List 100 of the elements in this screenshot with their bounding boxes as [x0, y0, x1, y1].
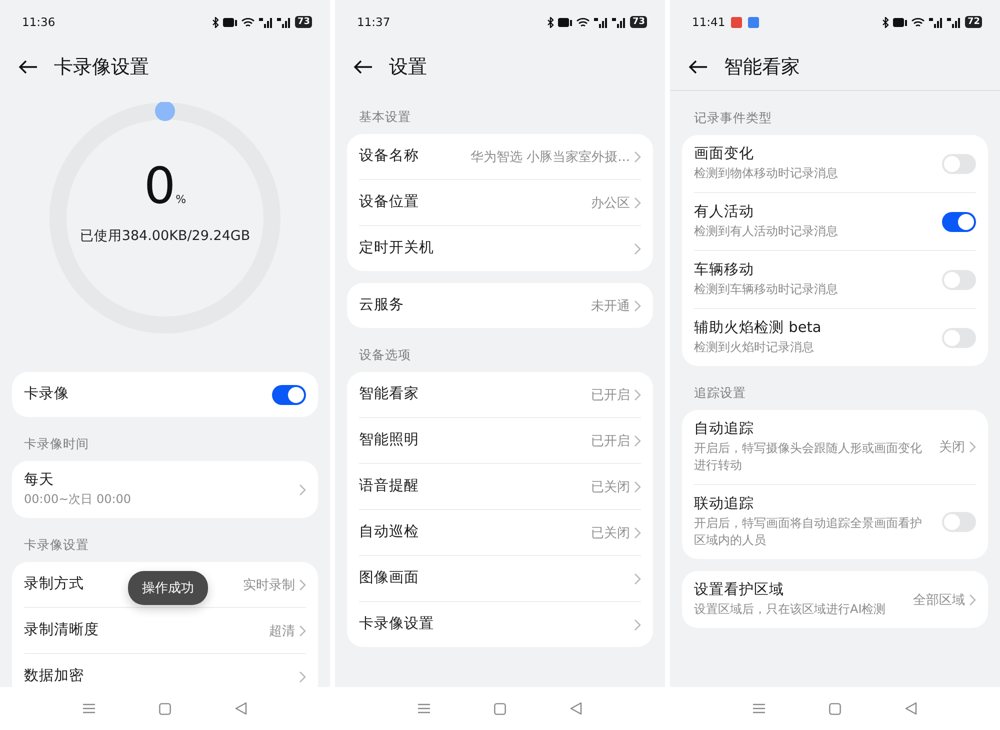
chevron-icon	[634, 480, 641, 492]
row-value: 关闭	[939, 439, 965, 456]
battery-indicator: 73	[630, 16, 647, 28]
row-label: 有人活动	[694, 203, 754, 222]
row-label: 画面变化	[694, 145, 754, 164]
section-header: 追踪设置	[693, 384, 747, 402]
row-label: 智能看家	[359, 385, 419, 404]
row-description: 检测到火焰时记录消息	[694, 339, 814, 356]
row-label: 录制清晰度	[24, 621, 99, 640]
row-description: 设置区域后，只在该区域进行AI检测	[694, 601, 886, 618]
back-icon[interactable]	[235, 702, 247, 715]
chevron-icon	[634, 526, 641, 538]
chevron-icon	[969, 441, 976, 453]
row-value: 已关闭	[591, 524, 630, 542]
battery-indicator: 72	[965, 16, 982, 28]
row-description: 检测到车辆移动时记录消息	[694, 281, 838, 298]
row-value: 办公区	[591, 194, 630, 212]
usage-percent: 0	[144, 161, 176, 211]
row-label: 图像画面	[359, 569, 419, 588]
signal-icon	[259, 16, 274, 28]
page-title: 智能看家	[724, 55, 800, 80]
row-label: 卡录像	[24, 385, 69, 404]
row-value: 华为智选 小豚当家室外摄...	[470, 148, 630, 166]
toggle-switch[interactable]	[942, 212, 976, 232]
row-label: 语音提醒	[359, 477, 419, 496]
section-header: 设备选项	[358, 346, 412, 364]
section-header: 记录事件类型	[693, 109, 773, 127]
row-label: 设置看护区域	[694, 581, 784, 600]
row-label: 定时开关机	[359, 239, 434, 258]
row-value: 超清	[269, 622, 295, 640]
chevron-icon	[634, 300, 641, 312]
chevron-icon	[634, 618, 641, 630]
row-description: 开启后，特写画面将自动追踪全景画面看护区域内的人员	[694, 515, 923, 549]
hd-icon	[223, 16, 238, 28]
row-value: 未开通	[591, 298, 630, 314]
chevron-icon	[634, 150, 641, 162]
home-icon[interactable]	[829, 702, 841, 714]
row-value: 实时录制	[243, 576, 295, 594]
toggle-switch[interactable]	[942, 328, 976, 348]
toggle-switch[interactable]	[942, 512, 976, 532]
row-value: 已开启	[591, 432, 630, 450]
menu-icon[interactable]	[418, 703, 430, 714]
section-header: 基本设置	[358, 108, 412, 126]
row-label: 自动巡检	[359, 523, 419, 542]
chevron-icon	[634, 242, 641, 254]
percent-unit: %	[176, 193, 186, 206]
home-icon[interactable]	[494, 702, 506, 714]
toggle-switch[interactable]	[942, 270, 976, 290]
toggle-switch[interactable]	[272, 384, 306, 404]
chevron-icon	[634, 196, 641, 208]
home-icon[interactable]	[159, 702, 171, 714]
row-description: 开启后，特写摄像头会跟随人形或画面变化进行转动	[694, 440, 923, 474]
chevron-icon	[299, 484, 306, 496]
row-label: 录制方式	[24, 575, 84, 594]
section-header: 卡录像设置	[23, 536, 90, 554]
row-label: 车辆移动	[694, 261, 754, 280]
wifi-icon	[576, 16, 590, 28]
row-description: 检测到有人活动时记录消息	[694, 223, 838, 240]
bluetooth-icon	[547, 16, 554, 28]
wifi-icon	[911, 16, 926, 28]
back-arrow-icon[interactable]	[688, 59, 708, 75]
row-description: 00:00~次日 00:00	[24, 491, 132, 508]
chevron-icon	[299, 624, 306, 636]
signal-icon	[929, 16, 944, 28]
storage-usage: 已使用384.00KB/29.24GB	[80, 227, 250, 245]
back-icon[interactable]	[570, 702, 582, 715]
menu-icon[interactable]	[83, 703, 95, 714]
signal-icon	[947, 16, 962, 28]
row-label: 设备名称	[359, 147, 419, 166]
row-description: 检测到物体移动时记录消息	[694, 165, 838, 182]
chevron-icon	[299, 670, 306, 682]
chevron-icon	[634, 572, 641, 584]
chevron-icon	[634, 434, 641, 446]
row-label: 自动追踪	[694, 420, 754, 439]
row-value: 已关闭	[591, 478, 630, 496]
row-label: 云服务	[359, 296, 404, 315]
wifi-icon	[241, 16, 256, 28]
toggle-switch[interactable]	[942, 154, 976, 174]
row-value: 全部区域	[913, 592, 965, 608]
status-time: 11:37	[357, 15, 390, 29]
menu-icon[interactable]	[753, 703, 765, 714]
back-arrow-icon[interactable]	[353, 59, 373, 75]
row-label: 智能照明	[359, 431, 419, 450]
bluetooth-icon	[882, 16, 890, 28]
status-time: 11:41	[692, 15, 726, 29]
page-title: 设置	[389, 55, 427, 80]
row-label: 数据加密	[24, 667, 84, 686]
battery-indicator: 73	[295, 16, 312, 28]
signal-icon	[612, 16, 626, 28]
row-value: 已开启	[591, 386, 630, 404]
row-label: 联动追踪	[694, 495, 754, 514]
back-arrow-icon[interactable]	[18, 59, 38, 75]
row-label: 卡录像设置	[359, 615, 434, 634]
bluetooth-icon	[212, 16, 220, 28]
toast-message: 操作成功	[128, 571, 208, 605]
back-icon[interactable]	[905, 702, 917, 715]
chevron-icon	[969, 594, 976, 606]
chevron-icon	[634, 388, 641, 400]
row-label: 辅助火焰检测 beta	[694, 319, 822, 338]
row-label: 每天	[24, 471, 54, 490]
